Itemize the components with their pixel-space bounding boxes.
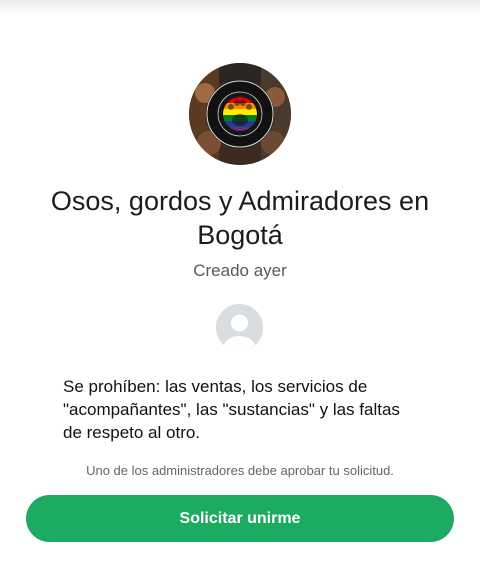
- rainbow-paw-logo-icon: [189, 63, 291, 165]
- created-date: Creado ayer: [193, 261, 287, 280]
- request-join-button[interactable]: Solicitar unirme: [26, 495, 454, 542]
- group-description: Se prohíben: las ventas, los servicios d…: [63, 377, 400, 442]
- default-person-avatar-icon: [216, 304, 263, 351]
- group-photo[interactable]: [189, 63, 291, 165]
- group-title: Osos, gordos y Admiradores en Bogotá: [50, 186, 430, 250]
- admin-approval-note: Uno de los administradores debe aprobar …: [86, 463, 394, 478]
- creator-avatar[interactable]: [216, 304, 263, 351]
- top-edge-shadow: [0, 0, 480, 14]
